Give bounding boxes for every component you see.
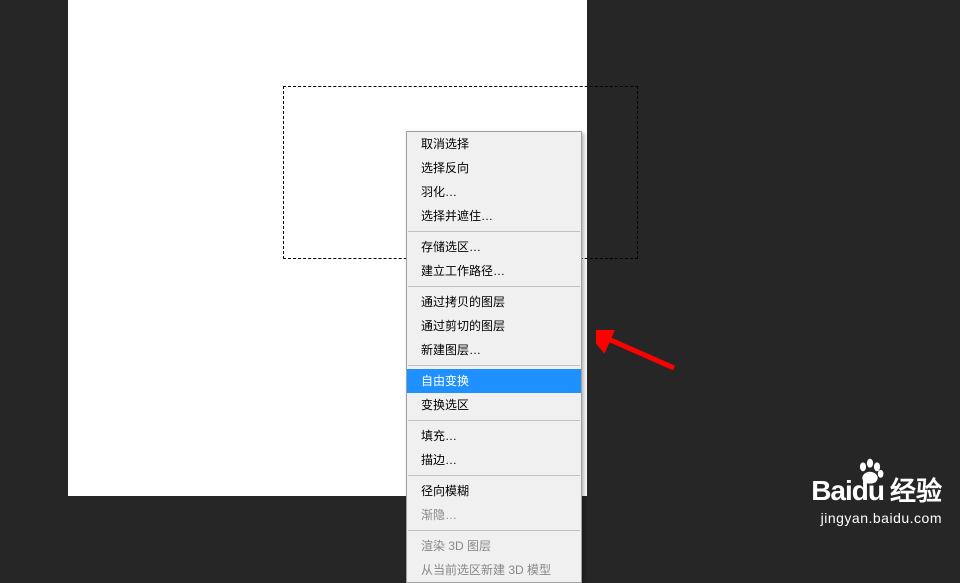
menu-item[interactable]: 取消选择 [407,132,581,156]
menu-item[interactable]: 选择反向 [407,156,581,180]
menu-item[interactable]: 新建图层… [407,338,581,362]
menu-separator [408,365,580,366]
menu-item[interactable]: 羽化… [407,180,581,204]
watermark-url: jingyan.baidu.com [811,510,942,526]
context-menu: 取消选择选择反向羽化…选择并遮住… 存储选区…建立工作路径… 通过拷贝的图层通过剪切… [406,131,582,583]
menu-separator [408,475,580,476]
menu-item[interactable]: 变换选区 [407,393,581,417]
menu-separator [408,286,580,287]
menu-item: 从当前选区新建 3D 模型 [407,558,581,582]
menu-item[interactable]: 自由变换 [407,369,581,393]
menu-item[interactable]: 通过拷贝的图层 [407,290,581,314]
menu-separator [408,530,580,531]
menu-item[interactable]: 填充… [407,424,581,448]
red-arrow-annotation [596,330,676,370]
menu-item: 渲染 3D 图层 [407,534,581,558]
menu-separator [408,231,580,232]
menu-item[interactable]: 径向模糊 [407,479,581,503]
menu-separator [408,420,580,421]
watermark-jingyan: 经验 [890,471,942,508]
menu-item[interactable]: 描边… [407,448,581,472]
watermark: Baidu 经验 jingyan.baidu.com [811,471,942,526]
watermark-brand: Baidu [811,475,884,507]
menu-item[interactable]: 存储选区… [407,235,581,259]
menu-item[interactable]: 通过剪切的图层 [407,314,581,338]
menu-item: 渐隐… [407,503,581,527]
menu-item[interactable]: 建立工作路径… [407,259,581,283]
menu-item[interactable]: 选择并遮住… [407,204,581,228]
